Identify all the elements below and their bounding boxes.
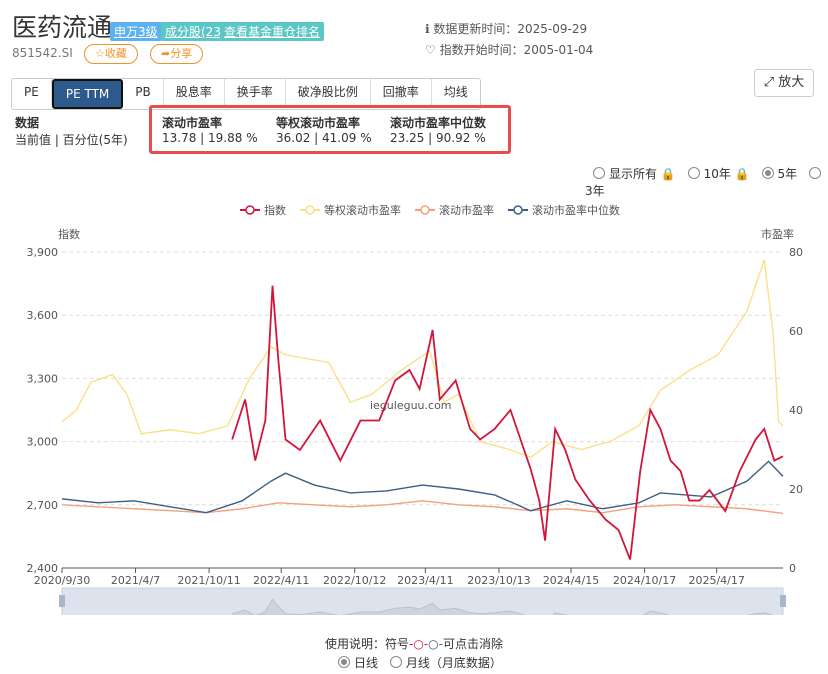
update-time: 数据更新时间：2025-09-29 — [433, 22, 587, 36]
tab-below-book[interactable]: 破净股比例 — [286, 79, 371, 105]
x-tick-label: 2024/10/17 — [613, 574, 676, 587]
legend-marker — [246, 206, 254, 214]
series-line-equal — [62, 260, 783, 458]
pe-chart: 指数等权滚动市盈率滚动市盈率滚动市盈率中位数指数市盈率2,4002,7003,0… — [0, 195, 828, 615]
stat-value: 36.02 | 41.09 % — [276, 131, 372, 145]
tab-turnover[interactable]: 换手率 — [225, 79, 286, 105]
tab-dividend[interactable]: 股息率 — [164, 79, 225, 105]
index-code: 851542.SI — [12, 46, 73, 60]
tab-ma[interactable]: 均线 — [432, 79, 480, 105]
legend-marker — [421, 206, 429, 214]
range-all[interactable]: 显示所有 🔒 — [585, 167, 676, 181]
slider-handle-right — [780, 595, 786, 607]
y-tick-label: 3,900 — [27, 246, 59, 259]
tab-pb[interactable]: PB — [123, 79, 163, 105]
enlarge-label: 放大 — [778, 75, 804, 90]
y-tick-label: 3,300 — [27, 372, 59, 385]
expand-icon: ⤢ — [764, 75, 779, 90]
y-right-tick-label: 20 — [789, 483, 803, 496]
stat-name: 滚动市盈率中位数 — [390, 114, 486, 131]
stat-name: 等权滚动市盈率 — [276, 114, 372, 131]
monthly-radio[interactable]: 月线（月底数据） — [382, 656, 502, 670]
share-button[interactable]: ➦分享 — [150, 44, 203, 64]
blue-circle-icon: ○- — [428, 637, 443, 651]
legend-marker — [514, 206, 522, 214]
y-right-tick-label: 0 — [789, 562, 796, 575]
y-axis-label: 指数 — [58, 227, 80, 241]
tab-pe-ttm[interactable]: PE TTM — [52, 79, 123, 109]
x-tick-label: 2022/10/12 — [323, 574, 386, 587]
x-tick-label: 2021/4/7 — [111, 574, 160, 587]
y-right-tick-label: 60 — [789, 325, 803, 338]
lightbulb-icon: ♡ — [425, 43, 440, 57]
stats-sublabel: 当前值 | 百分位(5年) — [15, 133, 128, 147]
page-title: 医药流通 — [12, 8, 112, 44]
tab-pe[interactable]: PE — [12, 79, 52, 105]
y-tick-label: 3,600 — [27, 309, 59, 322]
legend-label: 等权滚动市盈率 — [324, 203, 401, 217]
y-axis-right-label: 市盈率 — [761, 227, 794, 241]
stat-pe: 滚动市盈率13.78 | 19.88 % — [162, 114, 258, 145]
industry-level-badge[interactable]: 申万3级 — [110, 22, 162, 41]
range-5y[interactable]: 5年 — [754, 167, 798, 181]
y-tick-label: 3,000 — [27, 436, 59, 449]
red-circle-icon: -○- — [409, 637, 428, 651]
x-tick-label: 2021/10/11 — [177, 574, 240, 587]
x-tick-label: 2022/4/11 — [253, 574, 309, 587]
tab-drawdown[interactable]: 回撤率 — [371, 79, 432, 105]
y-tick-label: 2,700 — [27, 499, 59, 512]
stat-equal-pe: 等权滚动市盈率36.02 | 41.09 % — [276, 114, 372, 145]
usage-end: 可点击消除 — [443, 637, 503, 651]
fund-ranking-badge[interactable]: 查看基金重仓排名 — [220, 22, 324, 41]
start-time: 指数开始时间：2005-01-04 — [440, 43, 594, 57]
x-tick-label: 2025/4/17 — [688, 574, 744, 587]
lock-icon: 🔒 — [735, 167, 750, 181]
slider-handle-left — [59, 595, 65, 607]
stats-label: 数据 — [15, 114, 128, 131]
range-selector: 显示所有 🔒 10年 🔒 5年 3年 — [585, 165, 828, 199]
legend-label: 滚动市盈率 — [439, 203, 494, 217]
range-10y[interactable]: 10年 🔒 — [680, 167, 750, 181]
stat-median-pe: 滚动市盈率中位数23.25 | 90.92 % — [390, 114, 486, 145]
stat-name: 滚动市盈率 — [162, 114, 258, 131]
legend-label: 滚动市盈率中位数 — [532, 203, 620, 217]
x-tick-label: 2023/4/11 — [397, 574, 453, 587]
legend-marker — [306, 206, 314, 214]
stat-value: 13.78 | 19.88 % — [162, 131, 258, 145]
y-right-tick-label: 80 — [789, 246, 803, 259]
y-right-tick-label: 40 — [789, 404, 803, 417]
x-tick-label: 2024/4/15 — [543, 574, 599, 587]
usage-text: 使用说明：符号 — [325, 637, 409, 651]
legend-label: 指数 — [264, 203, 286, 217]
favorite-button[interactable]: ☆收藏 — [84, 44, 138, 64]
daily-radio[interactable]: 日线 — [330, 656, 378, 670]
enlarge-button[interactable]: ⤢ 放大 — [754, 69, 814, 97]
x-tick-label: 2023/10/13 — [467, 574, 530, 587]
stat-value: 23.25 | 90.92 % — [390, 131, 486, 145]
x-tick-label: 2020/9/30 — [34, 574, 90, 587]
lock-icon: 🔒 — [661, 167, 676, 181]
series-line-index — [232, 286, 783, 560]
